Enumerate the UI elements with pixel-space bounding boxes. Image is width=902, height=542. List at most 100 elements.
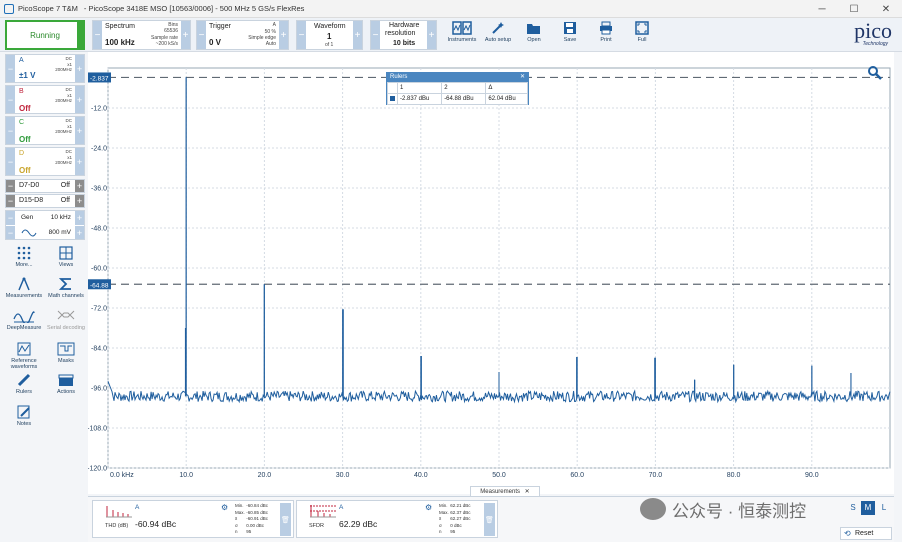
channel-d-control[interactable]: − D Off DC x1 200MHz + xyxy=(5,147,85,176)
deepmeasure-tool[interactable]: DeepMeasure xyxy=(5,309,43,331)
resolution-value[interactable]: 10 bits xyxy=(393,40,415,47)
measurements-tool[interactable]: Measurements xyxy=(5,277,43,299)
reference-waveforms-tool[interactable]: Reference waveforms xyxy=(5,342,43,370)
close-window-button[interactable]: ✕ xyxy=(870,0,902,18)
rulers-tool[interactable]: Rulers xyxy=(5,373,43,395)
channel-d-state[interactable]: Off xyxy=(19,166,31,175)
picoscope-app-icon xyxy=(4,3,14,14)
open-button[interactable]: Open xyxy=(514,19,554,51)
spectrum-decrease-button[interactable]: − xyxy=(93,21,102,49)
channel-c-increase-button[interactable]: + xyxy=(75,117,84,144)
digital-d15-d8-control[interactable]: − D15-D8 Off + xyxy=(5,194,85,208)
spectrum-plot[interactable]: -2.837 -64.88 -12.0 -24.0 -36.0 -48.0 -60.0 -7… xyxy=(88,52,894,494)
rulers-window[interactable]: Rulers ✕ 1 2 Δ -2.837 dBu -64.88 dBu 62.… xyxy=(386,72,529,105)
math-channels-tool[interactable]: Math channels xyxy=(47,277,85,299)
instruments-label: Instruments xyxy=(447,37,477,43)
measurements-tab-close[interactable]: ✕ xyxy=(525,489,530,495)
gen-frequency[interactable]: 10 kHz xyxy=(51,214,71,221)
measurements-tab[interactable]: Measurements ✕ xyxy=(470,486,540,496)
gen-amp-increase-button[interactable]: + xyxy=(75,226,84,239)
waveform-index[interactable]: 1 xyxy=(327,32,331,41)
notes-tool[interactable]: Notes xyxy=(5,405,43,427)
more-tool[interactable]: More... xyxy=(5,246,43,268)
sfdr-settings-gear-icon[interactable]: ⚙ xyxy=(425,503,432,512)
size-large-button[interactable]: L xyxy=(877,501,891,515)
rulers-label: Rulers xyxy=(16,389,32,395)
channel-b-control[interactable]: − B Off DC x1 200MHz + xyxy=(5,85,85,114)
masks-tool[interactable]: Masks xyxy=(47,342,85,364)
gen-freq-decrease-button[interactable]: − xyxy=(6,211,15,225)
minimize-button[interactable]: ─ xyxy=(806,0,838,18)
thd-delete-trash-icon[interactable]: 🗑 xyxy=(280,503,291,536)
thd-spectrum-icon xyxy=(106,506,132,518)
channel-c-state[interactable]: Off xyxy=(19,135,31,144)
gen-amp-decrease-button[interactable]: − xyxy=(6,226,15,239)
channel-a-increase-button[interactable]: + xyxy=(75,55,84,82)
actions-tool[interactable]: Actions xyxy=(47,373,85,395)
rulers-window-close-button[interactable]: ✕ xyxy=(520,73,525,82)
ruler-col-1: 1 xyxy=(396,82,443,94)
watermark-text: 公众号 · 恒泰测控 xyxy=(672,501,807,521)
reset-button[interactable]: ⟲ Reset xyxy=(840,527,892,540)
channel-d-decrease-button[interactable]: − xyxy=(6,148,15,175)
ruler-col-2: 2 xyxy=(441,82,487,94)
resolution-title: Hardware xyxy=(389,22,420,29)
instruments-button[interactable]: Instruments xyxy=(442,19,482,51)
digital-d15-d8-increase-button[interactable]: + xyxy=(75,195,84,207)
ruler-value-2: -64.88 dBu xyxy=(441,93,487,105)
zoom-icon[interactable] xyxy=(868,66,882,80)
channel-a-decrease-button[interactable]: − xyxy=(6,55,15,82)
channel-c-settings: DC x1 200MHz xyxy=(55,118,72,134)
trigger-decrease-button[interactable]: − xyxy=(197,21,206,49)
spectrum-range[interactable]: 100 kHz xyxy=(105,38,135,47)
waveform-next-button[interactable]: + xyxy=(353,21,362,49)
resolution-increase-button[interactable]: + xyxy=(427,21,436,49)
channel-a-control[interactable]: − A ±1 V DC x1 200MHz + xyxy=(5,54,85,83)
trigger-increase-button[interactable]: + xyxy=(279,21,288,49)
run-stop-button[interactable]: Running xyxy=(5,20,85,50)
rulers-window-title: Rulers xyxy=(390,74,408,80)
run-state-label: Running xyxy=(30,30,60,40)
measurement-card-sfdr[interactable]: SFDR A 62.29 dBc ⚙ Min. 62.21 dBc Max. 6… xyxy=(296,500,498,538)
x-tick-label: 40.0 xyxy=(414,472,428,479)
serial-decode-icon xyxy=(57,310,75,320)
measurement-card-thd[interactable]: THD (dB) A -60.94 dBc ⚙ Min. -60.84 dBc … xyxy=(92,500,294,538)
channel-a-range[interactable]: ±1 V xyxy=(19,71,35,80)
waveform-prev-button[interactable]: − xyxy=(297,21,306,49)
signal-generator-control[interactable]: − − Gen 10 kHz 800 mV + + xyxy=(5,210,85,240)
reset-icon: ⟲ xyxy=(844,529,851,538)
thd-settings-gear-icon[interactable]: ⚙ xyxy=(221,503,228,512)
x-tick-label: 80.0 xyxy=(727,472,741,479)
digital-d15-d8-decrease-button[interactable]: − xyxy=(6,195,15,207)
digital-d7-d0-decrease-button[interactable]: − xyxy=(6,180,15,192)
notes-pencil-icon xyxy=(17,405,30,419)
save-button[interactable]: Save xyxy=(550,19,590,51)
auto-setup-button[interactable]: Auto setup xyxy=(478,19,518,51)
y-tick-label: -96.0 xyxy=(91,386,107,393)
digital-d7-d0-increase-button[interactable]: + xyxy=(75,180,84,192)
size-small-button[interactable]: S xyxy=(846,501,860,515)
channel-c-control[interactable]: − C Off DC x1 200MHz + xyxy=(5,116,85,145)
channel-b-increase-button[interactable]: + xyxy=(75,86,84,113)
x-tick-label: 60.0 xyxy=(570,472,584,479)
maximize-button[interactable]: ☐ xyxy=(838,0,870,18)
channel-d-increase-button[interactable]: + xyxy=(75,148,84,175)
rulers-window-header[interactable]: Rulers ✕ xyxy=(387,73,528,82)
spectrum-increase-button[interactable]: + xyxy=(181,21,190,49)
channel-b-state[interactable]: Off xyxy=(19,104,31,113)
channel-b-decrease-button[interactable]: − xyxy=(6,86,15,113)
digital-d15-d8-state: Off xyxy=(60,197,70,204)
views-tool[interactable]: Views xyxy=(47,246,85,268)
resolution-decrease-button[interactable]: − xyxy=(371,21,380,49)
gen-freq-increase-button[interactable]: + xyxy=(75,211,84,225)
gen-amplitude[interactable]: 800 mV xyxy=(49,229,71,236)
channel-c-decrease-button[interactable]: − xyxy=(6,117,15,144)
sfdr-delete-trash-icon[interactable]: 🗑 xyxy=(484,503,495,536)
size-medium-button[interactable]: M xyxy=(861,501,875,515)
print-button[interactable]: Print xyxy=(586,19,626,51)
instruments-icon xyxy=(452,21,472,35)
digital-d7-d0-control[interactable]: − D7-D0 Off + xyxy=(5,179,85,193)
full-screen-button[interactable]: Full xyxy=(622,19,662,51)
trigger-level[interactable]: 0 V xyxy=(209,38,221,47)
serial-decoding-tool[interactable]: Serial decoding xyxy=(47,309,85,331)
